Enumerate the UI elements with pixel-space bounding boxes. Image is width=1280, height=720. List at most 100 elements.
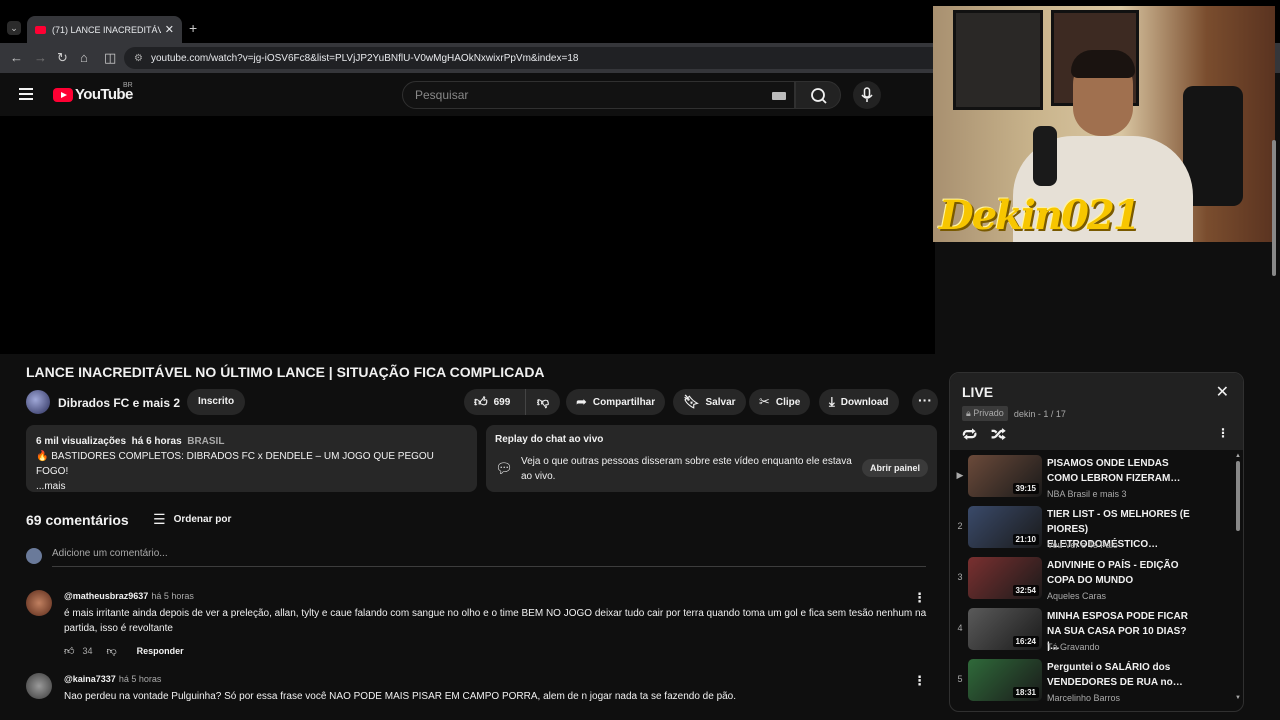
- add-comment-input[interactable]: Adicione um comentário...: [52, 548, 926, 567]
- menu-icon[interactable]: [19, 88, 33, 100]
- dislike-button[interactable]: 👎︎: [526, 395, 560, 410]
- description-box[interactable]: 6 mil visualizações há 6 horas BRASIL 🔥 …: [26, 425, 477, 492]
- microphone-icon: [861, 87, 873, 102]
- voice-search-button[interactable]: [853, 81, 881, 109]
- page-scrollbar[interactable]: [1271, 80, 1277, 720]
- keyboard-icon[interactable]: [772, 92, 786, 100]
- comment-time[interactable]: há 5 horas: [151, 591, 194, 601]
- sort-comments-button[interactable]: ☰ Ordenar por: [153, 511, 231, 528]
- youtube-favicon-icon: [35, 25, 46, 34]
- playlist-item-title[interactable]: PISAMOS ONDE LENDAS COMO LEBRON FIZERAM…: [1047, 456, 1197, 486]
- reload-icon[interactable]: ↻: [57, 50, 68, 66]
- comment-like-count: 34: [82, 646, 93, 656]
- playlist-title[interactable]: LIVE: [962, 384, 993, 400]
- playlist-item-thumbnail[interactable]: 18:31: [968, 659, 1042, 701]
- bookmark-icon: 🔖︎: [683, 394, 700, 409]
- user-avatar: [26, 548, 42, 564]
- playlist-item-channel[interactable]: Tá Gravando: [1047, 642, 1100, 652]
- thumbs-up-icon: 👍︎: [474, 394, 488, 409]
- playlist-item-thumbnail[interactable]: 32:54: [968, 557, 1042, 599]
- playlist-item-channel[interactable]: NBA Brasil e mais 3: [1047, 489, 1127, 499]
- playlist-item-thumbnail[interactable]: 21:10: [968, 506, 1042, 548]
- video-duration: 39:15: [1012, 483, 1039, 494]
- playlist-item-index: ▶: [956, 470, 964, 480]
- scissors-icon: ✂: [759, 394, 770, 409]
- comment-dislike-icon[interactable]: 👎︎: [106, 645, 116, 657]
- playlist-item-thumbnail[interactable]: 16:24: [968, 608, 1042, 650]
- comment-menu-icon[interactable]: ⋮: [913, 673, 926, 689]
- browser-tab[interactable]: (71) LANCE INACREDITÁVEL NO ✕: [27, 16, 182, 43]
- show-more-link[interactable]: ...mais: [36, 479, 467, 494]
- youtube-logo[interactable]: YouTube BR: [53, 82, 133, 103]
- address-bar[interactable]: ⚙ youtube.com/watch?v=jg-iOSV6Fc8&list=P…: [124, 47, 944, 69]
- more-icon: ···: [918, 392, 932, 408]
- site-info-icon[interactable]: ⚙: [134, 53, 143, 64]
- playlist-item-channel[interactable]: Vou Ver e Te Falo: [1047, 540, 1118, 550]
- playlist-meta: 🔒︎ Privado dekin - 1 / 17: [962, 406, 1066, 421]
- clip-label: Clipe: [775, 396, 801, 408]
- comment-author[interactable]: @matheusbraz9637: [64, 591, 148, 601]
- video-duration: 21:10: [1012, 534, 1039, 545]
- playlist-header: LIVE ✕ 🔒︎ Privado dekin - 1 / 17 🔁︎ 🔀︎ ⋮: [950, 373, 1243, 450]
- like-button[interactable]: 👍︎ 699: [464, 389, 526, 415]
- reply-button[interactable]: Responder: [137, 646, 184, 656]
- back-icon[interactable]: ←: [10, 50, 23, 65]
- open-panel-button[interactable]: Abrir painel: [861, 459, 928, 477]
- comment-time[interactable]: há 5 horas: [119, 674, 162, 684]
- playlist-panel: LIVE ✕ 🔒︎ Privado dekin - 1 / 17 🔁︎ 🔀︎ ⋮…: [949, 372, 1244, 712]
- playlist-item[interactable]: 5 18:31 Perguntei o SALÁRIO dos VENDEDORES…: [950, 657, 1235, 707]
- playlist-item-channel[interactable]: Marcelinho Barros: [1047, 693, 1120, 703]
- playlist-item-channel[interactable]: Aqueles Caras: [1047, 591, 1106, 601]
- youtube-header: YouTube BR: [0, 73, 935, 116]
- channel-avatar[interactable]: [26, 390, 50, 414]
- home-icon[interactable]: ⌂: [80, 50, 88, 65]
- playlist-scrollbar[interactable]: [1236, 461, 1240, 531]
- comment-like-icon[interactable]: 👍︎: [64, 645, 74, 657]
- tab-search-icon[interactable]: ⌄: [7, 21, 21, 35]
- subscribed-button[interactable]: Inscrito: [187, 389, 245, 415]
- search-input[interactable]: [415, 88, 755, 102]
- commenter-avatar[interactable]: [26, 673, 52, 699]
- playlist-menu-icon[interactable]: ⋮: [1217, 426, 1229, 440]
- thumbs-down-icon: 👎︎: [536, 394, 550, 409]
- playlist-item-thumbnail[interactable]: 39:15: [968, 455, 1042, 497]
- comment-menu-icon[interactable]: ⋮: [913, 590, 926, 606]
- playlist-item[interactable]: ▶ 39:15 PISAMOS ONDE LENDAS COMO LEBRON FI…: [950, 453, 1235, 503]
- chat-replay-box: Replay do chat ao vivo 💬︎ Veja o que out…: [486, 425, 937, 492]
- playlist-item-index: 2: [957, 521, 963, 531]
- comment-author[interactable]: @kaina7337: [64, 674, 116, 684]
- video-title: LANCE INACREDITÁVEL NO ÚLTIMO LANCE | SI…: [26, 364, 545, 380]
- close-playlist-icon[interactable]: ✕: [1216, 382, 1229, 402]
- scroll-down-icon[interactable]: ▼: [1235, 695, 1241, 701]
- video-duration: 18:31: [1012, 687, 1039, 698]
- chat-icon: 💬︎: [495, 460, 513, 476]
- scroll-up-icon[interactable]: ▲: [1235, 453, 1241, 459]
- comment-text: é mais irritante ainda depois de ver a p…: [64, 608, 927, 634]
- side-panel-icon[interactable]: ◫: [104, 50, 116, 66]
- playlist-item-title[interactable]: ADIVINHE O PAÍS - EDIÇÃO COPA DO MUNDO: [1047, 558, 1197, 588]
- chat-replay-heading: Replay do chat ao vivo: [495, 434, 604, 445]
- comment-author-line: @matheusbraz9637 há 5 horas: [64, 591, 194, 601]
- commenter-avatar[interactable]: [26, 590, 52, 616]
- playlist-item[interactable]: 3 32:54 ADIVINHE O PAÍS - EDIÇÃO COPA DO M…: [950, 555, 1235, 605]
- clip-button[interactable]: ✂ Clipe: [749, 389, 811, 415]
- video-player[interactable]: [0, 116, 935, 354]
- playlist-item[interactable]: 4 16:24 MINHA ESPOSA PODE FICAR NA SUA CAS…: [950, 606, 1235, 656]
- playlist-item-title[interactable]: Perguntei o SALÁRIO dos VENDEDORES DE RU…: [1047, 660, 1197, 690]
- shuffle-icon[interactable]: 🔀︎: [991, 424, 1006, 446]
- share-button[interactable]: ➦ Compartilhar: [566, 389, 666, 415]
- search-button[interactable]: [795, 81, 841, 109]
- more-actions-button[interactable]: ···: [912, 389, 938, 415]
- download-button[interactable]: ⤓ Download: [819, 389, 899, 415]
- playlist-item-index: 3: [957, 572, 963, 582]
- forward-icon[interactable]: →: [34, 50, 47, 65]
- country-code: BR: [123, 82, 133, 89]
- channel-name[interactable]: Dibrados FC e mais 2: [58, 396, 180, 410]
- loop-icon[interactable]: 🔁︎: [962, 424, 977, 446]
- new-tab-icon[interactable]: +: [189, 20, 197, 36]
- save-button[interactable]: 🔖︎ Salvar: [673, 389, 746, 415]
- playlist-item[interactable]: 2 21:10 TIER LIST - OS MELHORES (E PIORES)…: [950, 504, 1235, 554]
- close-tab-icon[interactable]: ✕: [165, 23, 174, 36]
- comment-text: Nao perdeu na vontade Pulguinha? Só por …: [64, 691, 737, 702]
- comment-actions: 👍︎ 34 👎︎ Responder: [64, 645, 184, 657]
